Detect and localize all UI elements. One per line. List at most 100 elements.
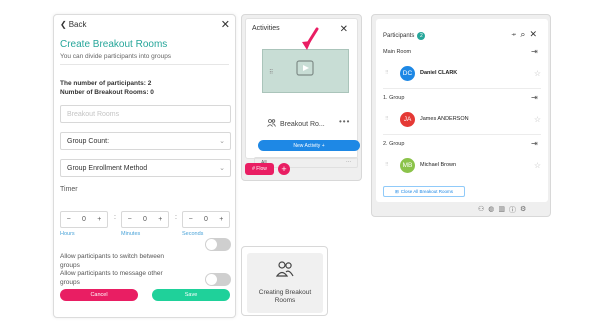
group-title-main: Main Room	[383, 49, 412, 55]
enter-room-icon[interactable]: ⇥	[531, 93, 538, 102]
panel-subtitle: You can divide participants into groups	[60, 53, 172, 60]
drag-handle-icon[interactable]: ⠿	[269, 69, 273, 76]
save-button[interactable]: Save	[152, 289, 230, 301]
star-icon[interactable]: ☆	[534, 69, 541, 78]
chat-icon[interactable]: ◍	[488, 205, 494, 215]
minutes-stepper[interactable]: − 0 +	[121, 211, 169, 228]
participant-name: Michael Brown	[420, 162, 457, 168]
play-icon[interactable]	[295, 57, 317, 77]
participants-card: Participants 2 ⍆ ⌕ ✕ Main Room ⇥ ⠿ DC Da…	[376, 19, 548, 202]
participant-name: James ANDERSON	[420, 116, 469, 122]
divider	[60, 64, 229, 65]
info-icon[interactable]: ⓘ	[509, 205, 516, 215]
people-icon	[276, 261, 294, 277]
add-user-icon[interactable]: ⍆	[511, 29, 516, 40]
close-all-label: Close All Breakout Rooms	[400, 189, 454, 194]
plus-icon[interactable]: +	[97, 216, 101, 223]
group-count-label: Group Count:	[67, 137, 110, 145]
gear-icon[interactable]: ⚙	[520, 205, 526, 215]
message-groups-toggle[interactable]	[205, 273, 231, 286]
star-icon[interactable]: ☆	[534, 115, 541, 124]
back-button[interactable]: ❮ Back	[60, 20, 87, 29]
more-options-icon[interactable]: ···	[346, 159, 351, 165]
people-icon	[267, 119, 276, 129]
avatar: MB	[400, 157, 415, 173]
group-count-select[interactable]: Group Count: ⌄	[60, 132, 231, 150]
pointer-arrow-icon	[302, 27, 319, 50]
minus-icon[interactable]: −	[128, 216, 132, 223]
switch-groups-toggle[interactable]	[205, 238, 231, 251]
enrollment-method-select[interactable]: Group Enrollment Method ⌄	[60, 159, 231, 177]
enter-room-icon[interactable]: ⇥	[531, 47, 538, 56]
timer-label: Timer	[60, 186, 78, 193]
participants-panel: Participants 2 ⍆ ⌕ ✕ Main Room ⇥ ⠿ DC Da…	[371, 14, 551, 217]
drag-handle-icon[interactable]: ⠿	[383, 162, 400, 168]
participants-info: The number of participants: 2 Number of …	[60, 79, 154, 97]
avatar: DC	[400, 65, 415, 81]
switch-groups-label: Allow participants to switch between gro…	[60, 253, 165, 269]
hours-unit-label: Hours	[60, 231, 75, 237]
flow-button[interactable]: # Flow	[245, 163, 274, 175]
participant-name: Daniel CLARK	[420, 70, 458, 76]
rooms-icon: ⊞	[394, 188, 399, 194]
close-icon[interactable]: ✕	[221, 18, 230, 31]
add-icon[interactable]: +	[278, 163, 290, 175]
rooms-count-text: Number of Breakout Rooms: 0	[60, 89, 154, 96]
breakout-rooms-tile[interactable]: Creating Breakout Rooms	[241, 246, 328, 316]
drag-handle-icon[interactable]: ⠿	[383, 70, 400, 76]
seconds-unit-label: Seconds	[182, 231, 204, 237]
panel-title: Create Breakout Rooms	[60, 39, 168, 50]
minus-icon[interactable]: −	[189, 216, 193, 223]
breakout-panel: ❮ Back ✕ Create Breakout Rooms You can d…	[53, 14, 236, 318]
close-all-rooms-button[interactable]: ⊞ Close All Breakout Rooms	[383, 186, 465, 197]
room-name-input[interactable]: Breakout Rooms	[60, 105, 231, 123]
group-title-1: 1. Group	[383, 95, 405, 101]
toggle-knob	[206, 274, 217, 285]
time-separator: :	[114, 214, 116, 221]
star-icon[interactable]: ☆	[534, 161, 541, 170]
stats-icon[interactable]: ▥	[498, 205, 505, 215]
seconds-value: 0	[204, 216, 208, 223]
app-root: ❮ Back ✕ Create Breakout Rooms You can d…	[0, 0, 600, 330]
participants-header: Participants 2	[383, 32, 426, 40]
participants-count-text: The number of participants: 2	[60, 80, 152, 87]
message-groups-label: Allow participants to message other grou…	[60, 270, 163, 286]
participants-title: Participants	[383, 33, 415, 39]
cancel-button[interactable]: Cancel	[60, 289, 138, 301]
minus-icon[interactable]: −	[67, 216, 71, 223]
search-icon[interactable]: ⌕	[520, 29, 525, 40]
close-icon[interactable]: ✕	[340, 24, 348, 35]
more-options-icon[interactable]: •••	[339, 117, 350, 126]
hours-stepper[interactable]: − 0 +	[60, 211, 108, 228]
enrollment-label: Group Enrollment Method	[67, 164, 148, 172]
participant-row[interactable]: ⠿ MB Michael Brown ☆	[383, 155, 541, 175]
divider	[383, 88, 541, 89]
participants-footer-toolbar: ⚇ ◍ ▥ ⓘ ⚙	[478, 205, 526, 215]
avatar: JA	[400, 111, 415, 127]
plus-icon[interactable]: +	[158, 216, 162, 223]
activity-item[interactable]: Breakout Ro...	[267, 119, 325, 129]
hours-value: 0	[82, 216, 86, 223]
participants-count-badge: 2	[417, 32, 426, 40]
participant-row[interactable]: ⠿ DC Daniel CLARK ☆	[383, 63, 541, 83]
chevron-left-icon: ❮	[60, 20, 67, 29]
plus-icon[interactable]: +	[219, 216, 223, 223]
breakout-icon[interactable]: ⚇	[478, 205, 484, 215]
chevron-down-icon: ⌄	[219, 165, 225, 172]
minutes-value: 0	[143, 216, 147, 223]
participant-row[interactable]: ⠿ JA James ANDERSON ☆	[383, 109, 541, 129]
toggle-knob	[206, 239, 217, 250]
enter-room-icon[interactable]: ⇥	[531, 139, 538, 148]
new-activity-button[interactable]: New Activity +	[258, 140, 360, 151]
tile-label: Creating Breakout Rooms	[258, 289, 312, 304]
seconds-stepper[interactable]: − 0 +	[182, 211, 230, 228]
back-label: Back	[68, 20, 87, 29]
activities-title: Activities	[252, 25, 280, 32]
close-icon[interactable]: ✕	[529, 29, 537, 40]
drag-handle-icon[interactable]: ⠿	[383, 116, 400, 122]
time-separator: :	[175, 214, 177, 221]
divider	[383, 134, 541, 135]
activity-label: Breakout Ro...	[280, 120, 325, 128]
participants-toolbar: ⍆ ⌕ ✕	[511, 29, 537, 40]
chevron-down-icon: ⌄	[219, 138, 225, 145]
